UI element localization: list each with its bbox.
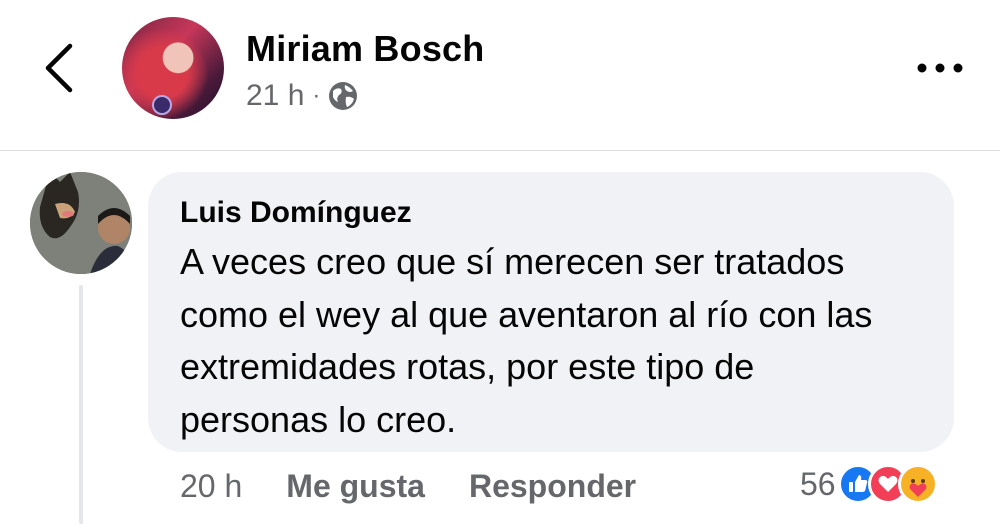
reaction-count: 56 bbox=[800, 465, 836, 502]
post-timestamp[interactable]: 21 h bbox=[246, 79, 304, 113]
separator: · bbox=[312, 82, 321, 109]
globe-icon bbox=[329, 82, 358, 110]
divider bbox=[0, 150, 1000, 151]
comment-line: extremidades rotas, por este tipo de bbox=[180, 346, 755, 387]
comment-timestamp[interactable]: 20 h bbox=[180, 468, 242, 505]
post-meta: 21 h · bbox=[246, 78, 358, 114]
thread-line bbox=[79, 285, 83, 524]
comment-text: A veces creo que sí merecen ser tratados… bbox=[180, 236, 940, 446]
comment-line: personas lo creo. bbox=[180, 398, 457, 440]
commenter-avatar-image bbox=[30, 172, 132, 274]
avatar[interactable] bbox=[122, 17, 224, 119]
comment-line: A veces creo que sí merecen ser tratados bbox=[180, 241, 845, 282]
commenter-avatar[interactable] bbox=[30, 172, 132, 274]
comment-author-name[interactable]: Luis Domínguez bbox=[180, 196, 412, 230]
avatar-badge bbox=[152, 95, 172, 115]
post-header: Miriam Bosch 21 h · bbox=[0, 0, 1000, 150]
chevron-left-icon[interactable] bbox=[38, 40, 86, 96]
care-icon bbox=[897, 464, 938, 504]
like-button[interactable]: Me gusta bbox=[286, 468, 425, 505]
reply-button[interactable]: Responder bbox=[469, 468, 636, 505]
more-horizontal-icon[interactable] bbox=[912, 52, 968, 84]
post-author-name[interactable]: Miriam Bosch bbox=[246, 28, 484, 70]
reaction-summary[interactable]: 56 bbox=[800, 460, 938, 508]
comment-line: como el wey al que aventaron al río con … bbox=[180, 293, 873, 335]
comment-actions: 20 h Me gusta Responder bbox=[180, 462, 680, 510]
